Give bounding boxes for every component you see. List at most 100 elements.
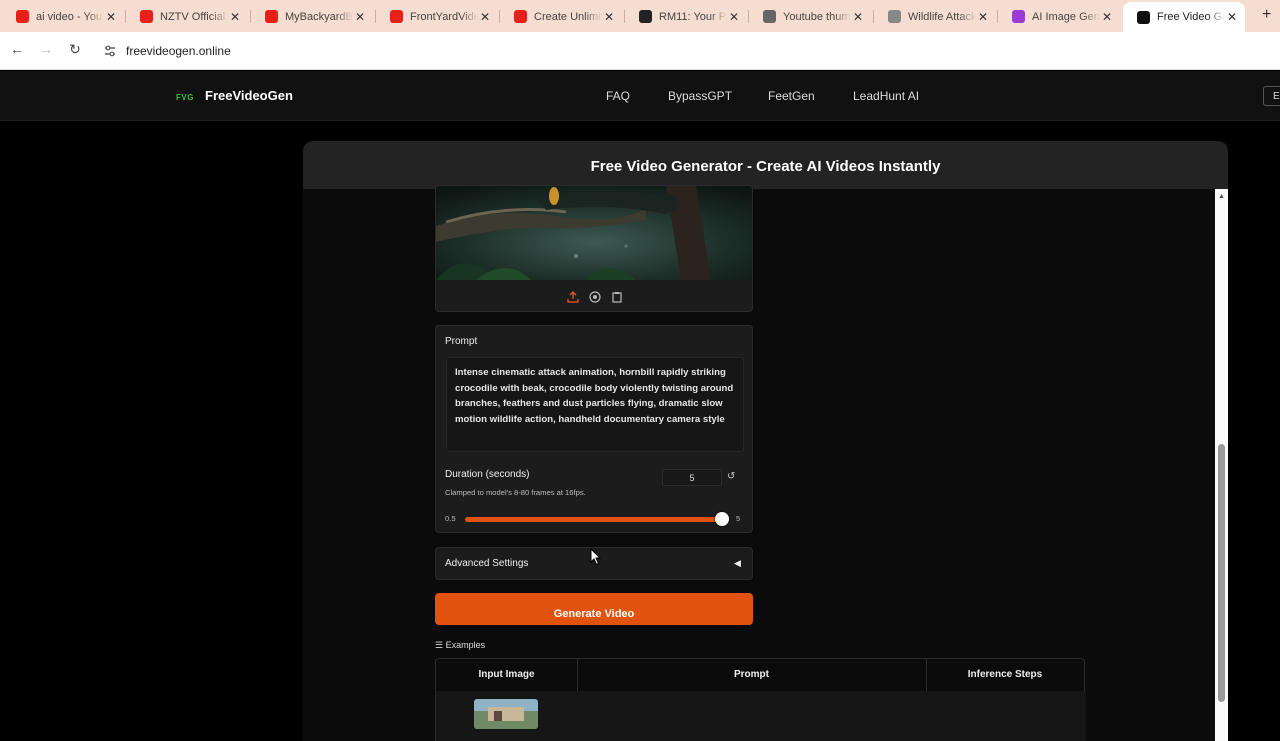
- input-image-box[interactable]: [435, 185, 753, 312]
- nav-feetgen[interactable]: FeetGen: [768, 89, 815, 103]
- list-icon: ☰: [435, 640, 444, 650]
- card-title: Free Video Generator - Create AI Videos …: [590, 158, 941, 175]
- upload-icon[interactable]: [566, 290, 580, 304]
- tab-separator: [375, 10, 376, 23]
- rm11-icon: [639, 10, 652, 23]
- ai-image-icon: [1012, 10, 1025, 23]
- tab-title: RM11: Your Pre: [659, 10, 727, 23]
- column-header-input-image: Input Image: [478, 669, 535, 680]
- tab-separator: [748, 10, 749, 23]
- duration-slider[interactable]: [465, 512, 729, 526]
- header-edge-button[interactable]: E: [1263, 86, 1280, 106]
- site-info-icon[interactable]: [103, 44, 117, 58]
- browser-tab[interactable]: ai video - YouTube✕: [2, 4, 124, 29]
- browser-tab-bar: ai video - YouTube✕NZTV Official - YouTu…: [0, 0, 1280, 32]
- fvg-icon: [1137, 10, 1150, 24]
- tab-close-icon[interactable]: ✕: [976, 10, 990, 24]
- tab-close-icon[interactable]: ✕: [727, 10, 741, 24]
- tab-title: FrontYardVideo: [410, 10, 478, 23]
- column-header-prompt: Prompt: [734, 669, 769, 680]
- prompt-textarea[interactable]: Intense cinematic attack animation, horn…: [446, 357, 744, 452]
- duration-info: Clamped to model's 8-80 frames at 16fps.: [445, 488, 586, 497]
- tab-separator: [624, 10, 625, 23]
- column-header-inference-steps: Inference Steps: [967, 669, 1043, 680]
- browser-tab[interactable]: AI Image Gene ✕: [998, 4, 1120, 29]
- duration-input[interactable]: 5: [662, 469, 722, 486]
- logo-text[interactable]: FreeVideoGen: [205, 88, 293, 103]
- generate-video-button[interactable]: Generate Video: [435, 593, 753, 625]
- caret-left-icon[interactable]: ◀: [734, 558, 741, 569]
- examples-text: Examples: [445, 640, 486, 650]
- nav-bypassgpt[interactable]: BypassGPT: [668, 89, 732, 103]
- tab-separator: [250, 10, 251, 23]
- tab-close-icon[interactable]: ✕: [1225, 10, 1239, 24]
- youtube-icon: [390, 10, 403, 23]
- new-tab-button[interactable]: +: [1262, 6, 1271, 24]
- prompt-label: Prompt: [445, 336, 478, 347]
- tab-close-icon[interactable]: ✕: [104, 10, 118, 24]
- browser-tab[interactable]: FrontYardVideo✕: [376, 4, 498, 29]
- tab-title: Wildlife Attack: [908, 10, 976, 23]
- youtube-icon: [265, 10, 278, 23]
- forward-button[interactable]: →: [36, 41, 56, 57]
- tab-separator: [997, 10, 998, 23]
- image-tools: [436, 290, 752, 304]
- settings-panel: Prompt Intense cinematic attack animatio…: [435, 325, 753, 533]
- tab-title: AI Image Gene: [1032, 10, 1100, 23]
- tab-title: ai video - YouTube: [36, 10, 104, 23]
- nav-faq[interactable]: FAQ: [606, 89, 630, 103]
- tab-title: Free Video Gen: [1157, 11, 1225, 23]
- examples-table: Input Image Prompt Inference Steps: [435, 658, 1086, 741]
- doc-icon: [763, 10, 776, 23]
- address-bar: ← → ↻ freevideogen.online: [0, 32, 1280, 70]
- tab-title: Create Unlimited: [534, 10, 602, 23]
- tab-close-icon[interactable]: ✕: [851, 10, 865, 24]
- youtube-icon: [514, 10, 527, 23]
- reload-button[interactable]: ↻: [65, 41, 85, 58]
- tab-title: NZTV Official - YouTube: [160, 10, 228, 23]
- youtube-icon: [140, 10, 153, 23]
- browser-tab[interactable]: Wildlife Attack ✕: [874, 4, 996, 29]
- tab-close-icon[interactable]: ✕: [478, 10, 492, 24]
- clipboard-icon[interactable]: [610, 290, 624, 304]
- tab-title: MyBackyardBirds: [285, 10, 353, 23]
- scrollbar-thumb[interactable]: [1218, 444, 1225, 702]
- slider-fill: [465, 517, 722, 522]
- slider-min-label: 0.5: [445, 514, 456, 523]
- browser-tab[interactable]: RM11: Your Pre✕: [625, 4, 747, 29]
- browser-tab[interactable]: Free Video Gen✕: [1123, 2, 1245, 32]
- tab-separator: [499, 10, 500, 23]
- card-title-bar: Free Video Generator - Create AI Videos …: [303, 141, 1228, 189]
- back-button[interactable]: ←: [7, 41, 27, 57]
- tab-separator: [873, 10, 874, 23]
- tab-separator: [125, 10, 126, 23]
- youtube-icon: [16, 10, 29, 23]
- browser-tab[interactable]: NZTV Official - YouTube✕: [126, 4, 248, 29]
- globe-icon: [888, 10, 901, 23]
- example-thumbnail[interactable]: [474, 699, 538, 729]
- tab-title: Youtube thumb: [783, 10, 851, 23]
- site-header: FVG FreeVideoGen FAQ BypassGPT FeetGen L…: [0, 71, 1280, 121]
- webcam-icon[interactable]: [588, 290, 602, 304]
- browser-tab[interactable]: Create Unlimited✕: [500, 4, 622, 29]
- reset-icon[interactable]: ↺: [727, 471, 735, 482]
- table-row[interactable]: [436, 691, 1086, 741]
- scroll-up-icon[interactable]: ▲: [1218, 193, 1225, 200]
- browser-tab[interactable]: Youtube thumb ✕: [749, 4, 871, 29]
- input-image: [436, 186, 752, 280]
- mouse-cursor: [590, 548, 602, 566]
- generator-card: Free Video Generator - Create AI Videos …: [303, 141, 1228, 741]
- tab-close-icon[interactable]: ✕: [1100, 10, 1114, 24]
- browser-tab[interactable]: MyBackyardBirds✕: [251, 4, 373, 29]
- advanced-settings-label: Advanced Settings: [445, 558, 529, 569]
- slider-max-label: 5: [736, 514, 741, 523]
- tab-close-icon[interactable]: ✕: [228, 10, 242, 24]
- url-field[interactable]: freevideogen.online: [126, 44, 231, 58]
- logo-mark[interactable]: FVG: [176, 93, 194, 102]
- slider-thumb[interactable]: [715, 512, 729, 526]
- tab-close-icon[interactable]: ✕: [353, 10, 367, 24]
- nav-leadhunt[interactable]: LeadHunt AI: [853, 89, 919, 103]
- tab-close-icon[interactable]: ✕: [602, 10, 616, 24]
- examples-label: ☰ Examples: [435, 640, 485, 651]
- duration-label: Duration (seconds): [445, 469, 530, 480]
